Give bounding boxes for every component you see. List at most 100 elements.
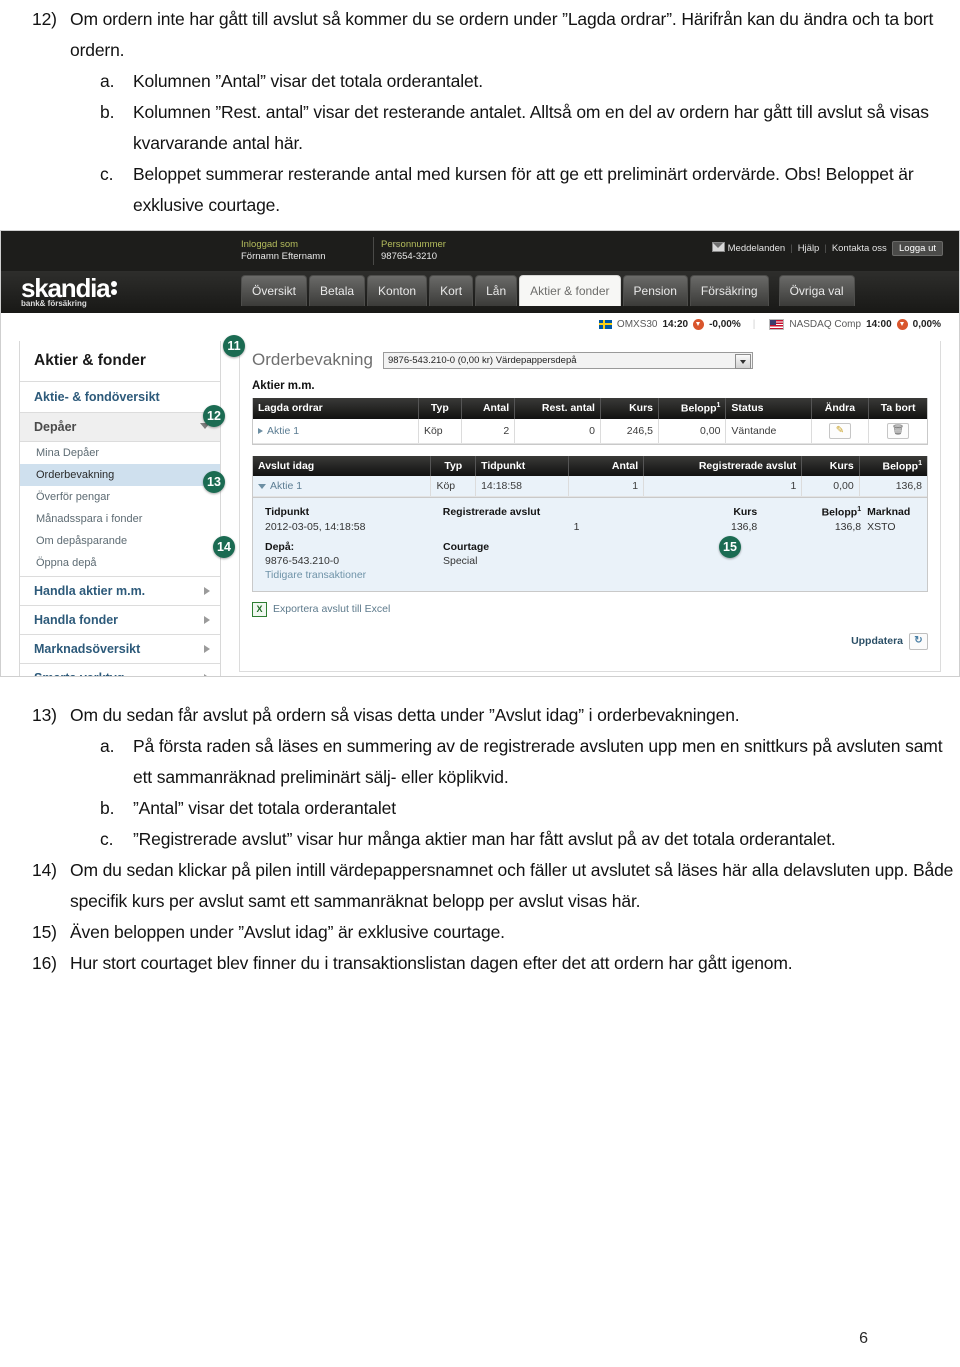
col-belopp: Belopp1	[859, 455, 927, 476]
collapse-triangle-icon[interactable]	[258, 484, 266, 489]
list-text: Beloppet summerar resterande antal med k…	[133, 164, 914, 215]
chevron-down-icon[interactable]	[734, 353, 751, 369]
col-typ: Typ	[418, 398, 462, 419]
col-status: Status	[725, 398, 812, 419]
depa-select[interactable]: 9876-543.210-0 (0,00 kr) Värdepappersdep…	[382, 351, 753, 369]
tab-lan[interactable]: Lån	[475, 275, 518, 306]
page-number: 6	[859, 1330, 868, 1347]
detail-label-kurs: Kurs	[733, 506, 758, 518]
col-avslut-idag: Avslut idag	[253, 455, 432, 476]
update-control[interactable]: Uppdatera ↻	[851, 632, 928, 650]
chevron-right-icon	[204, 616, 210, 624]
contact-link[interactable]: Kontakta oss	[832, 243, 887, 254]
col-andra: Ändra	[811, 398, 870, 419]
panel-footer-update: Uppdatera ↻	[252, 632, 928, 650]
ticker-market: OMXS30	[616, 318, 658, 330]
table-row: Aktie 1 Köp 2 0 246,5 0,00 Väntande ✎ 🗑	[253, 418, 927, 444]
ticker-change: -0,00%	[709, 318, 741, 330]
embedded-screenshot: Inloggad som Förnamn Efternamn Personnum…	[0, 230, 960, 677]
list-marker: b.	[100, 102, 115, 122]
tab-kort[interactable]: Kort	[429, 275, 474, 306]
trash-icon[interactable]: 🗑	[887, 422, 910, 439]
col-antal: Antal	[568, 455, 645, 476]
detail-value-kurs: 136,8	[731, 520, 758, 533]
tab-aktier-fonder[interactable]: Aktier & fonder	[519, 275, 621, 306]
table-header-row: Avslut idag Typ Tidpunkt Antal Registrer…	[253, 455, 927, 476]
sidebar-item-orderbevakning[interactable]: Orderbevakning	[20, 464, 220, 486]
list-item: c. Beloppet summerar resterande antal me…	[0, 159, 960, 221]
refresh-icon[interactable]: ↻	[909, 632, 928, 650]
list-marker: a.	[100, 71, 115, 91]
detail-value-belopp: 136,8	[834, 520, 862, 533]
list-text: Om du sedan får avslut på ordern så visa…	[70, 705, 740, 725]
avslut-detail-panel: Tidpunkt Registrerade avslut Kurs Belopp…	[252, 498, 928, 592]
tab-konton[interactable]: Konton	[367, 275, 428, 306]
sidebar-group-depaer[interactable]: Depåer	[20, 413, 220, 442]
lagda-ordrar-table: Lagda ordrar Typ Antal Rest. antal Kurs …	[252, 398, 928, 445]
cell-name[interactable]: Aktie 1	[253, 418, 419, 444]
detail-value-registrerade: 1	[573, 520, 580, 533]
table-row: Aktie 1 Köp 14:18:58 1 1 0,00 136,8	[253, 476, 927, 497]
sidebar-item-smarta-verktyg[interactable]: Smarta verktyg	[20, 663, 220, 676]
cell-kurs: 246,5	[600, 418, 660, 444]
list-item: a. Kolumnen ”Antal” visar det totala ord…	[0, 66, 960, 97]
list-text: Även beloppen under ”Avslut idag” är exk…	[70, 922, 505, 942]
sidebar-item-oversikt[interactable]: Aktie- & fondöversikt	[20, 382, 220, 413]
sidebar-item-handla-aktier[interactable]: Handla aktier m.m.	[20, 576, 220, 605]
cell-name[interactable]: Aktie 1	[253, 476, 432, 497]
callout-badge-12: 12	[203, 405, 225, 427]
tab-forsakring[interactable]: Försäkring	[689, 275, 769, 306]
tab-betala[interactable]: Betala	[309, 275, 366, 306]
arrow-down-icon	[693, 318, 705, 330]
cell-status: Väntande	[725, 418, 812, 444]
tab-pension[interactable]: Pension	[622, 275, 688, 306]
tab-spacer	[771, 276, 777, 306]
export-excel-link[interactable]: Exportera avslut till Excel	[273, 603, 390, 615]
sidebar-item-om-depasparande[interactable]: Om depåsparande	[20, 530, 220, 552]
sidebar-item-marknadsoversikt[interactable]: Marknadsöversikt	[20, 634, 220, 663]
cell-typ: Köp	[418, 418, 462, 444]
list-marker: b.	[100, 798, 115, 818]
flag-usa-icon	[769, 318, 785, 330]
cell-ta-bort[interactable]: 🗑	[868, 418, 927, 444]
sidebar-item-overfor-pengar[interactable]: Överför pengar	[20, 486, 220, 508]
col-tidpunkt: Tidpunkt	[475, 455, 570, 476]
col-rest-antal: Rest. antal	[514, 398, 601, 419]
detail-value-courtage: Special	[443, 554, 478, 567]
pencil-icon[interactable]: ✎	[828, 422, 851, 439]
cell-andra[interactable]: ✎	[811, 418, 870, 444]
col-kurs: Kurs	[801, 455, 860, 476]
page-title: Orderbevakning	[252, 350, 373, 369]
tidigare-transaktioner-link[interactable]: Tidigare transaktioner	[253, 569, 443, 581]
sidebar-item-mina-depaer[interactable]: Mina Depåer	[20, 442, 220, 464]
detail-label-marknad: Marknad	[867, 506, 911, 518]
sidebar-item-oppna-depa[interactable]: Öppna depå	[20, 552, 220, 576]
panel-header: Orderbevakning 9876-543.210-0 (0,00 kr) …	[240, 341, 940, 376]
col-registrerade-avslut: Registrerade avslut	[643, 455, 803, 476]
topbar-links: Meddelanden | Hjälp | Kontakta oss Logga ut	[711, 241, 943, 256]
messages-link[interactable]: Meddelanden	[728, 243, 786, 254]
detail-header-row: Tidpunkt Registrerade avslut Kurs Belopp…	[253, 505, 927, 520]
tab-oversikt[interactable]: Översikt	[241, 275, 308, 306]
expand-triangle-icon[interactable]	[258, 427, 263, 434]
list-item: b. Kolumnen ”Rest. antal” visar det rest…	[0, 97, 960, 159]
list-item: 16) Hur stort courtaget blev finner du i…	[0, 948, 960, 979]
list-text: ”Registrerade avslut” visar hur många ak…	[133, 829, 836, 849]
list-item: a. På första raden så läses en summering…	[0, 731, 960, 793]
sidebar-title: Aktier & fonder	[20, 341, 220, 382]
sidebar-item-manadsspara[interactable]: Månadsspara i fonder	[20, 508, 220, 530]
list-item: b. ”Antal” visar det totala orderantalet	[0, 793, 960, 824]
col-antal: Antal	[461, 398, 516, 419]
detail-value-row: 2012-03-05, 14:18:58 1 136,8 136,8 XSTO	[253, 520, 927, 534]
logged-in-label: Inloggad som	[241, 239, 299, 250]
list-text: Om ordern inte har gått till avslut så k…	[70, 9, 934, 60]
sidebar-item-handla-fonder[interactable]: Handla fonder	[20, 605, 220, 634]
list-item: 13) Om du sedan får avslut på ordern så …	[0, 700, 960, 731]
cell-rest-antal: 0	[514, 418, 601, 444]
table-header-row: Lagda ordrar Typ Antal Rest. antal Kurs …	[253, 398, 927, 419]
help-link[interactable]: Hjälp	[798, 243, 820, 254]
logout-button[interactable]: Logga ut	[892, 241, 943, 256]
tab-ovriga-val[interactable]: Övriga val	[778, 275, 855, 306]
col-belopp: Belopp1	[658, 398, 727, 419]
chevron-right-icon	[204, 645, 210, 653]
